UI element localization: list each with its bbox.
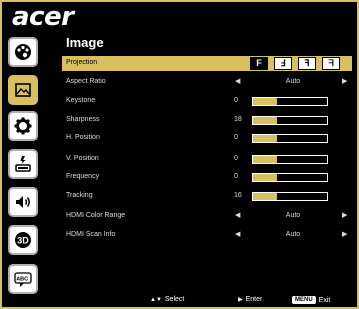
acer-logo: acer (12, 2, 74, 32)
aspect-ratio-label: Aspect Ratio (66, 78, 106, 85)
hdmi-scan-info-label: HDMI Scan Info (66, 231, 116, 238)
svg-text:ABC: ABC (16, 277, 28, 283)
image-icon[interactable] (8, 75, 38, 105)
hdmi-scan-info-value: Auto (285, 231, 301, 238)
slider-fill (253, 193, 278, 200)
menu-row-keystone[interactable]: Keystone 0 (62, 94, 352, 108)
frequency-value: 0 (234, 173, 238, 180)
v-position-label: V. Position (66, 155, 99, 162)
sharpness-value: 18 (234, 116, 242, 123)
menu-key: MENU (292, 296, 316, 304)
left-arrow-icon[interactable]: ◀ (235, 209, 240, 223)
v-position-value: 0 (234, 155, 238, 162)
left-arrow-icon[interactable]: ◀ (235, 228, 240, 242)
select-hint: ▲▼ Select (150, 296, 184, 303)
menu-row-sharpness[interactable]: Sharpness 18 (62, 113, 352, 127)
settings-gear-icon[interactable] (8, 111, 38, 141)
projection-options: F Ⅎ ꟻ ᖷ (250, 57, 340, 70)
sharpness-label: Sharpness (66, 116, 100, 123)
menu-row-hdmi-scan-info[interactable]: HDMI Scan Info ◀ Auto ▶ (62, 228, 352, 242)
color-palette-icon[interactable] (8, 37, 38, 67)
menu-row-hdmi-color-range[interactable]: HDMI Color Range ◀ Auto ▶ (62, 209, 352, 223)
menu-row-tracking[interactable]: Tracking 16 (62, 189, 352, 203)
select-hint-label: Select (164, 296, 185, 303)
keystone-label: Keystone (66, 97, 96, 104)
slider-fill (253, 98, 278, 105)
up-down-arrows-icon: ▲▼ (150, 296, 162, 303)
projection-front-icon[interactable]: F (250, 57, 268, 70)
hdmi-color-range-label: HDMI Color Range (66, 212, 126, 219)
h-position-label: H. Position (66, 134, 100, 141)
3d-icon[interactable]: 3D (8, 225, 38, 255)
svg-text:3D: 3D (17, 236, 29, 246)
language-icon[interactable]: ABC (8, 264, 38, 294)
tracking-value: 16 (234, 192, 242, 199)
hdmi-color-range-value: Auto (285, 212, 301, 219)
slider-fill (253, 135, 278, 142)
slider-fill (253, 117, 278, 124)
projection-label: Projection (66, 59, 98, 66)
menu-title: Image (66, 35, 104, 50)
slider-fill (253, 174, 278, 181)
keystone-value: 0 (234, 97, 238, 104)
exit-hint-label: Exit (318, 296, 331, 304)
enter-hint-label: Enter (245, 296, 263, 303)
tracking-label: Tracking (66, 192, 93, 199)
left-arrow-icon[interactable]: ◀ (235, 75, 240, 89)
right-arrow-icon[interactable]: ▶ (342, 75, 347, 89)
slider-fill (253, 156, 278, 163)
frequency-label: Frequency (66, 173, 100, 180)
projection-ceiling-icon[interactable]: ꟻ (298, 57, 316, 70)
menu-row-v-position[interactable]: V. Position 0 (62, 152, 352, 166)
menu-row-aspect-ratio[interactable]: Aspect Ratio ◀ Auto ▶ (62, 75, 352, 89)
keystone-slider[interactable] (252, 97, 328, 106)
enter-hint: ▶ Enter (238, 296, 262, 303)
projection-rear-ceiling-icon[interactable]: ᖷ (322, 57, 340, 70)
menu-row-h-position[interactable]: H. Position 0 (62, 131, 352, 145)
menu-row-frequency[interactable]: Frequency 0 (62, 170, 352, 184)
menu-row-projection[interactable]: Projection F Ⅎ ꟻ ᖷ (62, 56, 352, 71)
footer-hints: ▲▼ Select ▶ Enter MENU Exit (2, 293, 359, 309)
right-arrow-icon: ▶ (238, 297, 243, 303)
audio-speaker-icon[interactable] (8, 187, 38, 217)
v-position-slider[interactable] (252, 155, 328, 164)
power-icon[interactable] (8, 149, 38, 179)
aspect-ratio-value: Auto (285, 78, 301, 85)
right-arrow-icon[interactable]: ▶ (342, 209, 347, 223)
projection-rear-icon[interactable]: Ⅎ (274, 57, 292, 70)
sharpness-slider[interactable] (252, 116, 328, 125)
h-position-slider[interactable] (252, 134, 328, 143)
h-position-value: 0 (234, 134, 238, 141)
exit-hint: MENU Exit (292, 296, 330, 304)
frequency-slider[interactable] (252, 173, 328, 182)
osd-window: acer 3D ABC Image Projection F Ⅎ ꟻ ᖷ Asp… (0, 0, 359, 309)
right-arrow-icon[interactable]: ▶ (342, 228, 347, 242)
tracking-slider[interactable] (252, 192, 328, 201)
